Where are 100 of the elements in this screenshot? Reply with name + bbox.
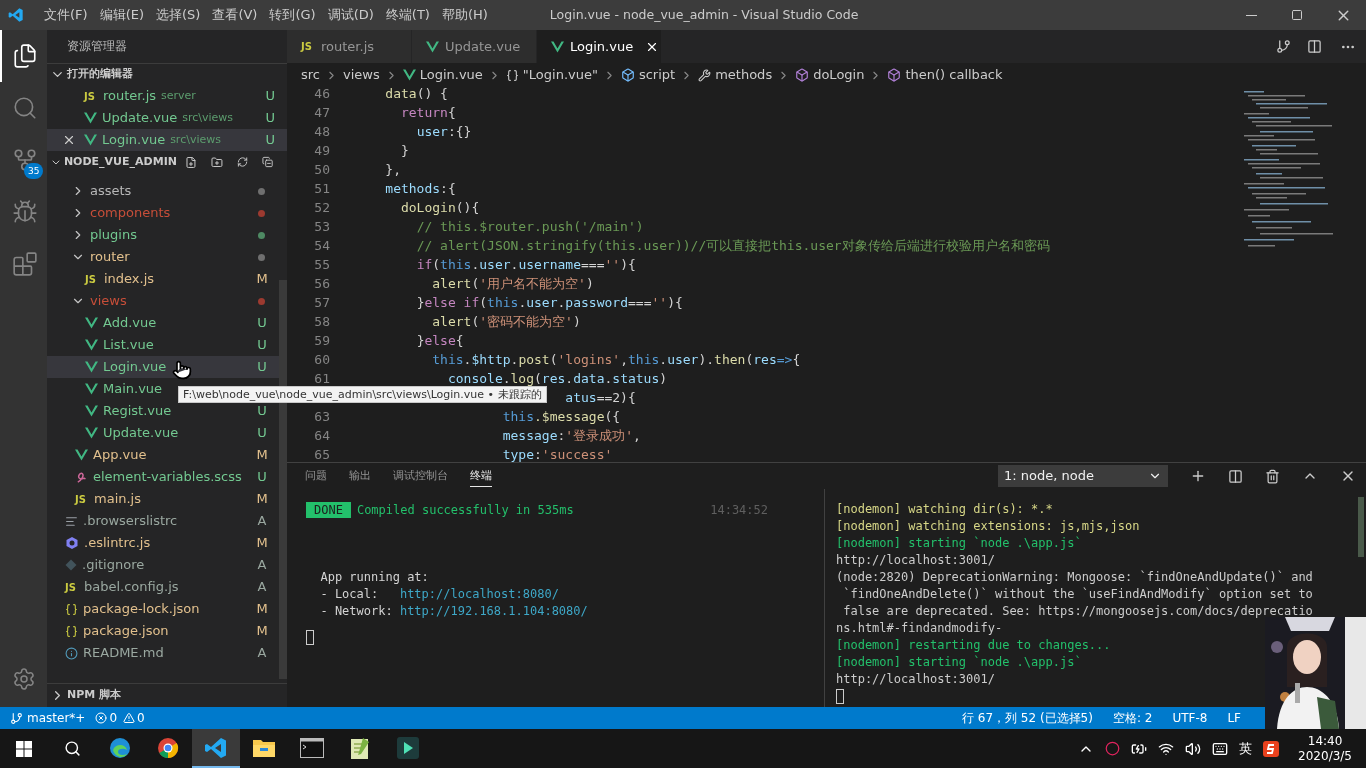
- sidebar-title: 资源管理器: [66, 37, 128, 55]
- volume-icon[interactable]: [1185, 740, 1202, 757]
- panel-tab[interactable]: 输出: [349, 465, 371, 487]
- split-terminal-icon[interactable]: [1228, 468, 1243, 484]
- terminal-line: [nodemon] starting `node .\app.js`: [836, 654, 1083, 671]
- tree-item[interactable]: JS babel.config.js A: [47, 576, 279, 598]
- tree-item[interactable]: JS main.js M: [47, 488, 279, 510]
- braces-icon: [505, 68, 519, 82]
- tree-item[interactable]: element-variables.scss U: [47, 466, 279, 488]
- breadcrumb-item[interactable]: then() callback: [905, 65, 1003, 85]
- tree-item[interactable]: router: [47, 246, 279, 268]
- breadcrumb-item[interactable]: script: [638, 65, 676, 85]
- branch-name[interactable]: master*+: [27, 709, 86, 727]
- line-number: 48: [313, 123, 330, 141]
- search-icon: [63, 740, 81, 757]
- warning-count[interactable]: 0: [137, 709, 145, 727]
- new-file-icon[interactable]: [184, 154, 197, 170]
- breadcrumb-item[interactable]: views: [343, 65, 380, 85]
- close-icon[interactable]: [62, 133, 76, 147]
- code-line: // alert(JSON.stringify(this.user))//可以直接把this.user对象传给后端进行校验用户名和密码: [416, 237, 1050, 255]
- split-editor-icon[interactable]: [1307, 39, 1322, 54]
- edge-icon: [108, 735, 132, 760]
- git-status: M: [255, 624, 269, 638]
- tree-item[interactable]: Regist.vue U: [47, 400, 279, 422]
- menu-item[interactable]: 调试(D): [321, 5, 380, 25]
- breadcrumb-item[interactable]: methods: [715, 65, 773, 85]
- editor-tab[interactable]: Login.vue: [537, 30, 662, 63]
- panel-tab[interactable]: 问题: [305, 465, 327, 487]
- status-item[interactable]: UTF-8: [1167, 709, 1213, 727]
- section-header[interactable]: 打开的编辑器: [47, 63, 287, 85]
- file-name: babel.config.js: [84, 578, 179, 597]
- app-tray-icon[interactable]: [1263, 740, 1280, 757]
- tree-item[interactable]: package.json M: [47, 620, 279, 642]
- info-icon: [65, 646, 78, 660]
- status-item[interactable]: 行 67，列 52 (已选择5): [956, 709, 1098, 727]
- git-icon: [65, 559, 77, 571]
- tree-item[interactable]: assets: [47, 180, 279, 202]
- section-header[interactable]: NODE_VUE_ADMIN: [47, 151, 287, 173]
- menu-item[interactable]: 查看(V): [206, 5, 264, 25]
- menu-item[interactable]: 终端(T): [379, 5, 436, 25]
- js-icon: JS: [84, 88, 98, 104]
- git-status: A: [256, 646, 268, 660]
- tree-item[interactable]: Add.vue U: [47, 312, 279, 334]
- filmora-icon: [397, 736, 419, 759]
- line-number: 65: [313, 446, 330, 462]
- terminal-line: (node:2820) DeprecationWarning: Mongoose: `findOneAndUpdate()` and: [836, 569, 1314, 586]
- open-editor-item[interactable]: Login.vue src\views U: [47, 129, 287, 151]
- open-editor-item[interactable]: JS router.js server U: [47, 85, 287, 107]
- file-name: components: [90, 204, 171, 223]
- tree-item[interactable]: package-lock.json M: [47, 598, 279, 620]
- cube-icon: [887, 68, 902, 82]
- menu-item[interactable]: 帮助(H): [435, 5, 494, 25]
- compare-icon[interactable]: [1276, 39, 1291, 54]
- keyboard-icon[interactable]: [1212, 740, 1229, 757]
- tree-item[interactable]: .browserslistrc A: [47, 510, 279, 532]
- record-icon[interactable]: [1105, 741, 1121, 756]
- file-name: package.json: [83, 622, 169, 641]
- collapse-all-icon[interactable]: [261, 155, 273, 169]
- code-line: // this.$router.push('/main'): [416, 218, 644, 236]
- menu-item[interactable]: 文件(F): [38, 5, 94, 25]
- add-icon[interactable]: [1190, 468, 1206, 484]
- tree-item[interactable]: Update.vue U: [47, 422, 279, 444]
- new-folder-icon[interactable]: [210, 154, 223, 170]
- error-count[interactable]: 0: [109, 709, 117, 727]
- tree-item[interactable]: README.md A: [47, 642, 279, 664]
- editor-tab[interactable]: Update.vue: [412, 30, 537, 63]
- wrench-icon: [698, 68, 712, 82]
- trash-icon[interactable]: [1265, 468, 1280, 484]
- tree-item[interactable]: App.vue M: [47, 444, 279, 466]
- file-name: Update.vue: [102, 109, 178, 128]
- editor-tab[interactable]: JS router.js: [287, 30, 412, 63]
- panel-tab[interactable]: 调试控制台: [393, 465, 448, 487]
- file-name: .gitignore: [82, 556, 145, 575]
- terminal-select[interactable]: 1: node, node: [998, 465, 1168, 487]
- tree-item[interactable]: Login.vue U: [47, 356, 279, 378]
- panel-tab[interactable]: 终端: [470, 465, 492, 487]
- breadcrumb-item[interactable]: Login.vue: [419, 65, 483, 85]
- breadcrumb-item[interactable]: "Login.vue": [522, 65, 598, 85]
- tree-item[interactable]: List.vue U: [47, 334, 279, 356]
- open-editor-item[interactable]: Update.vue src\views U: [47, 107, 287, 129]
- tree-item[interactable]: .eslintrc.js M: [47, 532, 279, 554]
- settings-icon[interactable]: [11, 667, 36, 691]
- menu-item[interactable]: 转到(G): [263, 5, 322, 25]
- vue-icon: [85, 383, 98, 395]
- scrollbar[interactable]: [1358, 497, 1364, 557]
- menu-item[interactable]: 编辑(E): [93, 5, 150, 25]
- activity-item[interactable]: 35: [0, 134, 47, 186]
- menu-item[interactable]: 选择(S): [150, 5, 207, 25]
- tree-item[interactable]: .gitignore A: [47, 554, 279, 576]
- status-item[interactable]: 空格: 2: [1107, 709, 1158, 727]
- code-line: user:{}: [416, 123, 472, 141]
- tree-item[interactable]: plugins: [47, 224, 279, 246]
- status-item[interactable]: LF: [1222, 709, 1246, 727]
- refresh-icon[interactable]: [236, 155, 248, 169]
- breadcrumb-item[interactable]: doLogin: [813, 65, 865, 85]
- clock[interactable]: 14:40 2020/3/5: [1290, 733, 1360, 764]
- tree-item[interactable]: JS index.js M: [47, 268, 279, 290]
- breadcrumb-item[interactable]: src: [301, 65, 320, 85]
- file-path: src\views: [170, 131, 222, 148]
- ime-indicator[interactable]: 英: [1239, 738, 1253, 759]
